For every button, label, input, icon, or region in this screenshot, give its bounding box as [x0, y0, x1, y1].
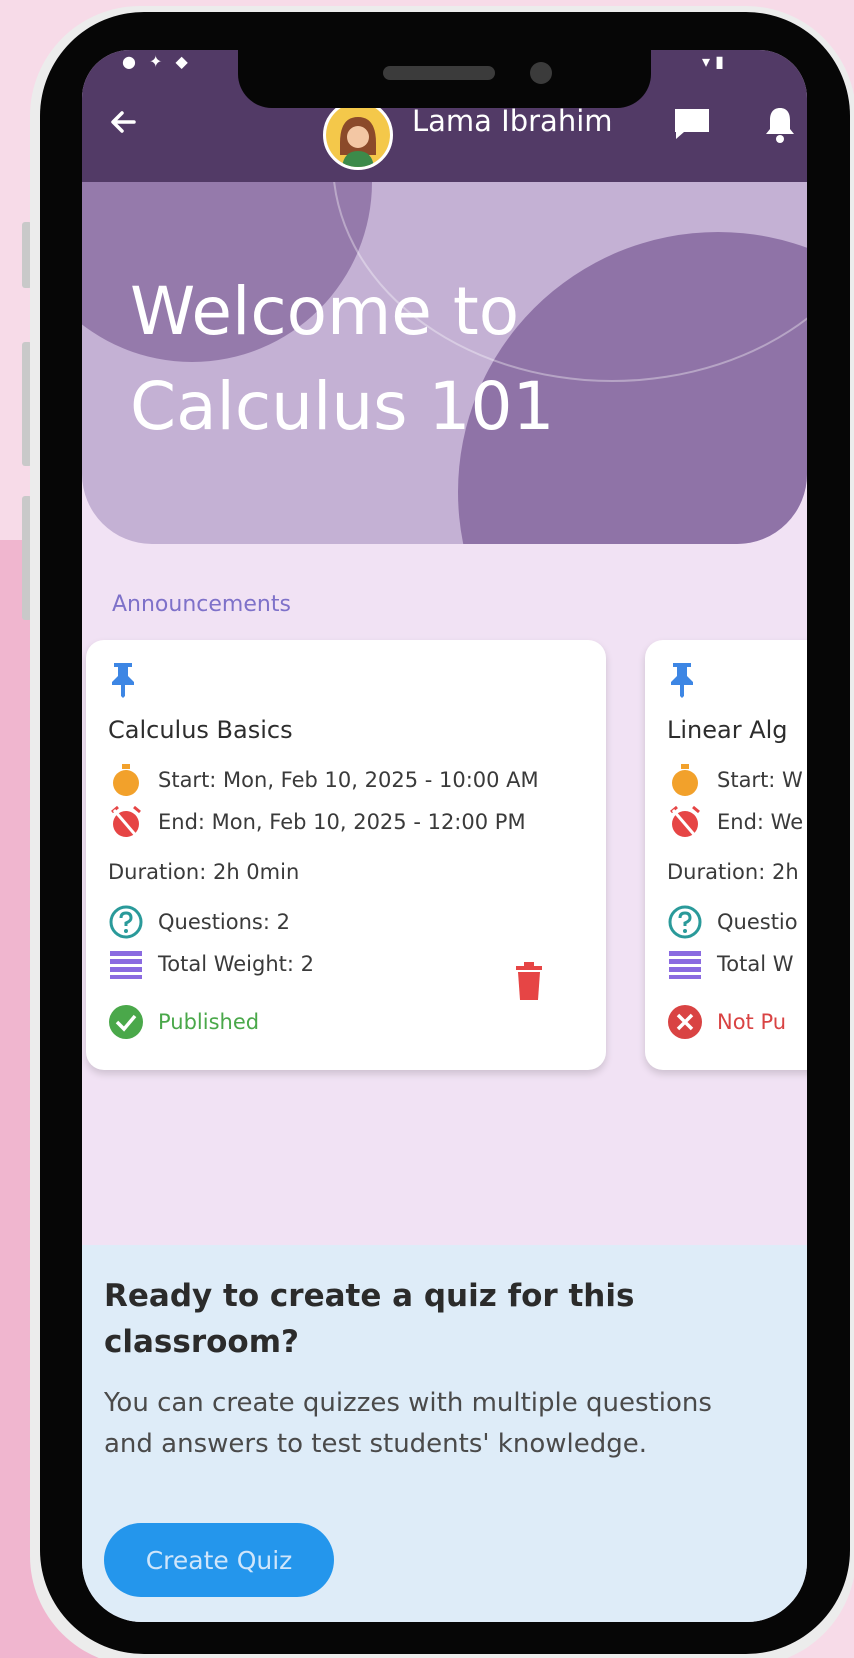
total-weight: Total Weight: 2 — [158, 952, 314, 976]
alarm-off-icon — [670, 805, 700, 839]
avatar[interactable] — [323, 100, 393, 170]
total-weight: Total W — [717, 952, 794, 976]
quiz-title: Calculus Basics — [108, 716, 293, 744]
quiz-title: Linear Alg — [667, 716, 788, 744]
start-row: Start: Mon, Feb 10, 2025 - 10:00 AM — [108, 762, 539, 798]
weight-row: Total Weight: 2 — [108, 946, 314, 982]
hero-banner: Welcome to Calculus 101 — [82, 182, 807, 544]
trash-icon[interactable] — [514, 962, 544, 1000]
notification-bell-icon[interactable] — [762, 104, 798, 144]
chat-icon[interactable] — [672, 106, 712, 142]
duration: Duration: 2h 0min — [108, 860, 300, 884]
app-screen: ● ✦ ◆ ▾ ▮ Lama Ibrahim Welcome to Calcul… — [82, 50, 807, 1622]
end-row: End: We — [667, 804, 803, 840]
status-badge: Not Pu — [717, 1010, 787, 1034]
status-icons-right: ▾ ▮ — [702, 52, 724, 71]
questions-count: Questio — [717, 910, 798, 934]
x-circle-icon — [668, 1005, 702, 1039]
end-row: End: Mon, Feb 10, 2025 - 12:00 PM — [108, 804, 526, 840]
start-row: Start: W — [667, 762, 803, 798]
create-quiz-panel: Ready to create a quiz for this classroo… — [82, 1245, 807, 1622]
status-row: Not Pu — [667, 1004, 786, 1040]
status-badge: Published — [158, 1010, 260, 1034]
duration: Duration: 2h — [667, 860, 799, 884]
phone-notch — [238, 50, 651, 108]
cta-description: You can create quizzes with multiple que… — [104, 1388, 712, 1459]
speaker — [383, 66, 495, 80]
weight-row: Total W — [667, 946, 793, 982]
stopwatch-icon — [113, 764, 139, 796]
questions-count: Questions: 2 — [158, 910, 290, 934]
front-camera — [530, 62, 552, 84]
list-lines-icon — [669, 951, 701, 979]
help-circle-icon — [668, 905, 702, 939]
user-name: Lama Ibrahim — [412, 104, 613, 138]
create-quiz-button[interactable]: Create Quiz — [104, 1523, 334, 1597]
end-time: End: Mon, Feb 10, 2025 - 12:00 PM — [158, 810, 526, 834]
announcement-card[interactable]: Calculus Basics Start: Mon, Feb 10, 2025… — [86, 640, 606, 1070]
avatar-illustration — [326, 103, 390, 167]
announcement-card[interactable]: Linear Alg Start: W End: We Duration: 2h — [645, 640, 807, 1070]
back-arrow-icon[interactable] — [104, 102, 144, 142]
start-time: Start: Mon, Feb 10, 2025 - 10:00 AM — [158, 768, 539, 792]
questions-row: Questions: 2 — [108, 904, 290, 940]
alarm-off-icon — [111, 805, 141, 839]
start-time: Start: W — [717, 768, 803, 792]
help-circle-icon — [109, 905, 143, 939]
pin-icon — [112, 663, 134, 698]
stopwatch-icon — [672, 764, 698, 796]
pin-icon — [671, 663, 693, 698]
list-lines-icon — [110, 951, 142, 979]
end-time: End: We — [717, 810, 804, 834]
status-icons-left: ● ✦ ◆ — [122, 52, 192, 71]
hero-title: Welcome to Calculus 101 — [130, 273, 555, 445]
status-row: Published — [108, 1004, 259, 1040]
announcements-label: Announcements — [112, 592, 291, 617]
questions-row: Questio — [667, 904, 798, 940]
cta-title: Ready to create a quiz for this classroo… — [104, 1278, 635, 1360]
check-circle-icon — [109, 1005, 143, 1039]
